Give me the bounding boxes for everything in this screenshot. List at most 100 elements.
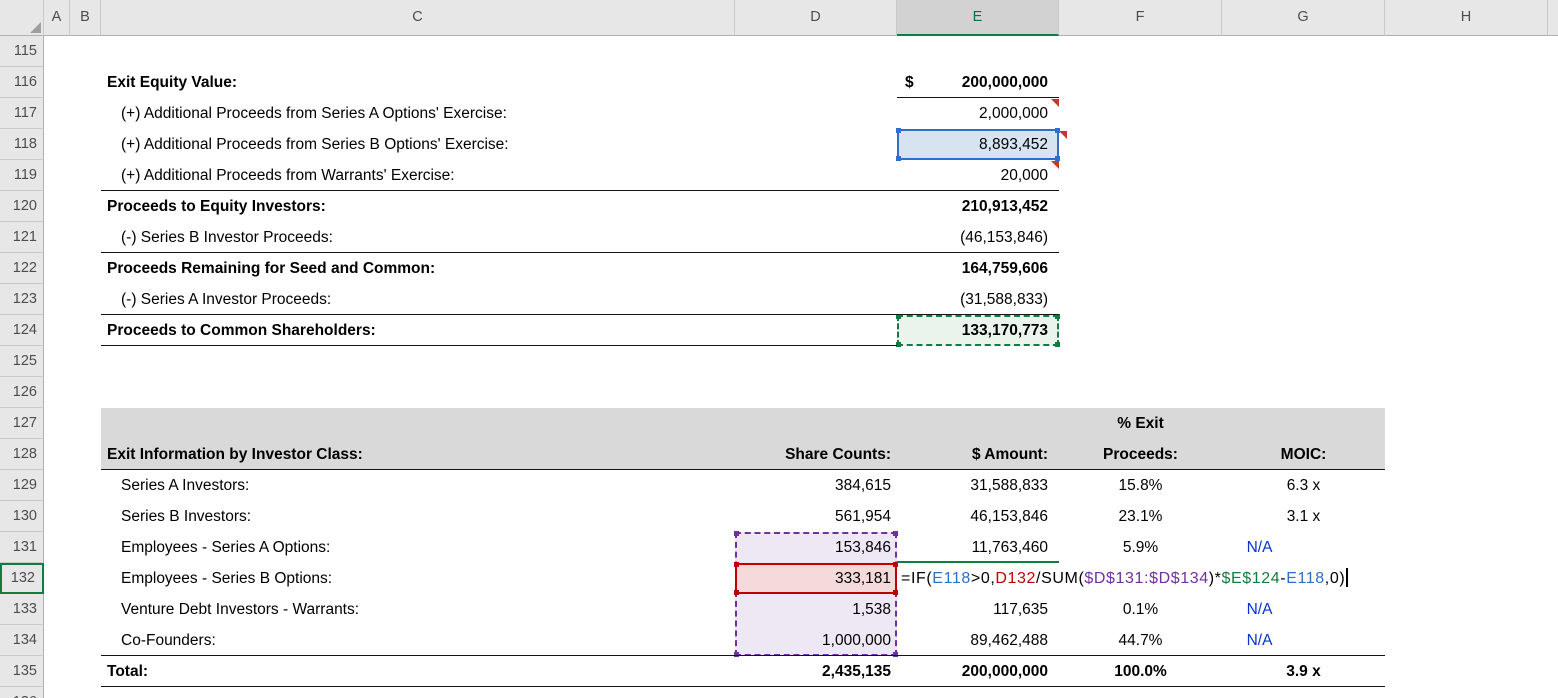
row-header-117[interactable]: 117 [0, 98, 44, 129]
cell-F133[interactable]: 0.1% [1059, 594, 1222, 625]
row-header-121[interactable]: 121 [0, 222, 44, 253]
select-all-triangle-icon [30, 22, 41, 33]
cell-C134[interactable]: Co-Founders: [101, 625, 735, 656]
cell-E122[interactable]: 164,759,606 [897, 253, 1059, 284]
formula-token-ref: E118 [932, 570, 971, 587]
comment-indicator-E118 [1059, 131, 1067, 139]
column-header-H[interactable]: H [1385, 0, 1548, 36]
cell-F130[interactable]: 23.1% [1059, 501, 1222, 532]
cell-E134[interactable]: 89,462,488 [897, 625, 1059, 656]
formula-token: =IF( [901, 570, 932, 587]
row-header-126[interactable]: 126 [0, 377, 44, 408]
cell-C123[interactable]: (-) Series A Investor Proceeds: [101, 284, 735, 315]
cell-E117[interactable]: 2,000,000 [897, 98, 1059, 129]
row-header-127[interactable]: 127 [0, 408, 44, 439]
cell-G133[interactable]: N/A [1222, 594, 1385, 625]
row-header-135[interactable]: 135 [0, 656, 44, 687]
cell-C132[interactable]: Employees - Series B Options: [101, 563, 735, 594]
cell-F129[interactable]: 15.8% [1059, 470, 1222, 501]
row-header-116[interactable]: 116 [0, 67, 44, 98]
cell-C120[interactable]: Proceeds to Equity Investors: [101, 191, 735, 222]
row-header-122[interactable]: 122 [0, 253, 44, 284]
cell-D132[interactable]: 333,181 [735, 563, 897, 594]
cell-D128[interactable]: Share Counts: [735, 439, 897, 470]
cell-C131[interactable]: Employees - Series A Options: [101, 532, 735, 563]
cell-E133[interactable]: 117,635 [897, 594, 1059, 625]
cell-E119[interactable]: 20,000 [897, 160, 1059, 191]
cell-C119[interactable]: (+) Additional Proceeds from Warrants' E… [101, 160, 735, 191]
row-header-132[interactable]: 132 [0, 563, 44, 594]
cell-E131[interactable]: 11,763,460 [897, 532, 1059, 563]
column-header-E[interactable]: E [897, 0, 1059, 36]
cell-C124[interactable]: Proceeds to Common Shareholders: [101, 315, 735, 346]
cell-F135[interactable]: 100.0% [1059, 656, 1222, 687]
row-header-125[interactable]: 125 [0, 346, 44, 377]
row-header-115[interactable]: 115 [0, 36, 44, 67]
cell-E116[interactable]: $ 200,000,000 [897, 67, 1059, 98]
column-header-G[interactable]: G [1222, 0, 1385, 36]
cell-D133[interactable]: 1,538 [735, 594, 897, 625]
row-header-118[interactable]: 118 [0, 129, 44, 160]
column-header-D[interactable]: D [735, 0, 897, 36]
formula-token: )* [1209, 570, 1222, 587]
column-header-A[interactable]: A [44, 0, 70, 36]
cell-D129[interactable]: 384,615 [735, 470, 897, 501]
row-header-128[interactable]: 128 [0, 439, 44, 470]
cell-E135[interactable]: 200,000,000 [897, 656, 1059, 687]
cell-editor-E132[interactable]: =IF(E118>0,D132/SUM($D$131:$D$134)*$E$12… [899, 563, 1350, 594]
cell-F134[interactable]: 44.7% [1059, 625, 1222, 656]
column-header-F[interactable]: F [1059, 0, 1222, 36]
cell-C118[interactable]: (+) Additional Proceeds from Series B Op… [101, 129, 735, 160]
cell-G130[interactable]: 3.1 x [1222, 501, 1385, 532]
cell-C129[interactable]: Series A Investors: [101, 470, 735, 501]
cell-C122[interactable]: Proceeds Remaining for Seed and Common: [101, 253, 735, 284]
formula-token-ref: $D$131:$D$134 [1084, 570, 1208, 587]
cell-D134[interactable]: 1,000,000 [735, 625, 897, 656]
cell-G134[interactable]: N/A [1222, 625, 1385, 656]
column-header-B[interactable]: B [70, 0, 101, 36]
cell-C116[interactable]: Exit Equity Value: [101, 67, 735, 98]
cell-C130[interactable]: Series B Investors: [101, 501, 735, 532]
cell-C121[interactable]: (-) Series B Investor Proceeds: [101, 222, 735, 253]
row-header-131[interactable]: 131 [0, 532, 44, 563]
cell-C128[interactable]: Exit Information by Investor Class: [101, 439, 735, 470]
cell-E121[interactable]: (46,153,846) [897, 222, 1059, 253]
cell-C133[interactable]: Venture Debt Investors - Warrants: [101, 594, 735, 625]
cell-G131[interactable]: N/A [1222, 532, 1385, 563]
cell-C117[interactable]: (+) Additional Proceeds from Series A Op… [101, 98, 735, 129]
row-header-133[interactable]: 133 [0, 594, 44, 625]
amount-text: 200,000,000 [962, 67, 1048, 98]
cell-G135[interactable]: 3.9 x [1222, 656, 1385, 687]
formula-token-ref: D132 [995, 570, 1036, 587]
cell-E128[interactable]: $ Amount: [897, 439, 1059, 470]
cell-E129[interactable]: 31,588,833 [897, 470, 1059, 501]
cell-G129[interactable]: 6.3 x [1222, 470, 1385, 501]
row-header-120[interactable]: 120 [0, 191, 44, 222]
select-all-corner[interactable] [0, 0, 44, 36]
row-header-119[interactable]: 119 [0, 160, 44, 191]
cell-F127[interactable]: % Exit [1059, 408, 1222, 439]
row-header-130[interactable]: 130 [0, 501, 44, 532]
formula-token-ref: E118 [1286, 570, 1325, 587]
cell-E118[interactable]: 8,893,452 [897, 129, 1059, 160]
row-header-124[interactable]: 124 [0, 315, 44, 346]
column-header-C[interactable]: C [101, 0, 735, 36]
row-header-134[interactable]: 134 [0, 625, 44, 656]
cell-E123[interactable]: (31,588,833) [897, 284, 1059, 315]
row-header-129[interactable]: 129 [0, 470, 44, 501]
cell-E120[interactable]: 210,913,452 [897, 191, 1059, 222]
row-header-136[interactable]: 136 [0, 687, 44, 698]
row-header-123[interactable]: 123 [0, 284, 44, 315]
cell-F131[interactable]: 5.9% [1059, 532, 1222, 563]
cell-C135[interactable]: Total: [101, 656, 735, 687]
cell-F128[interactable]: Proceeds: [1059, 439, 1222, 470]
cell-D131[interactable]: 153,846 [735, 532, 897, 563]
cell-E124[interactable]: 133,170,773 [897, 315, 1059, 346]
cell-G128[interactable]: MOIC: [1222, 439, 1385, 470]
cell-D130[interactable]: 561,954 [735, 501, 897, 532]
text-cursor [1346, 568, 1348, 587]
cell-E130[interactable]: 46,153,846 [897, 501, 1059, 532]
cell-D135[interactable]: 2,435,135 [735, 656, 897, 687]
formula-token: /SUM( [1036, 570, 1084, 587]
formula-token: >0, [971, 570, 996, 587]
